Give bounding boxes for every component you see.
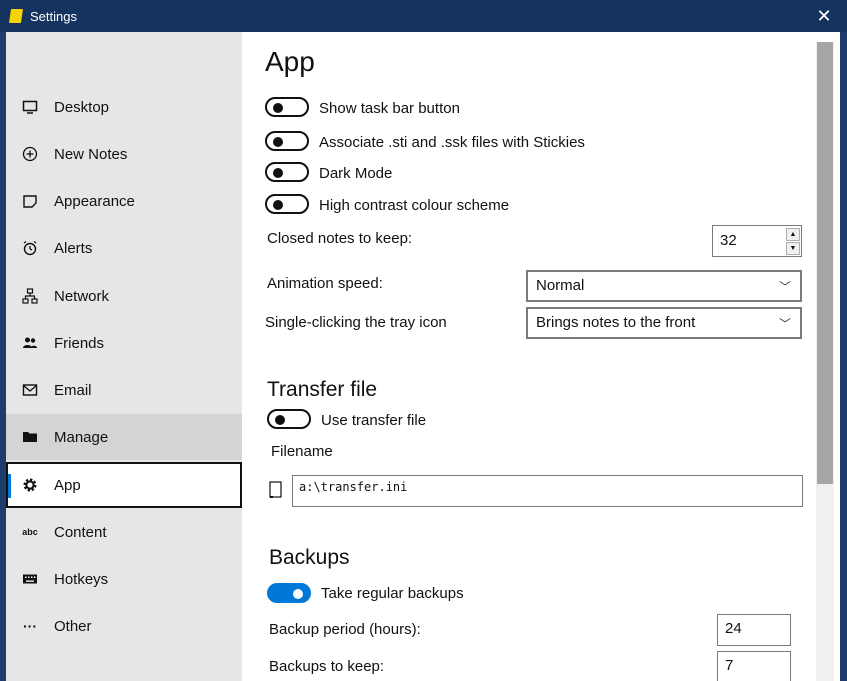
sidebar-item-label: Hotkeys	[54, 570, 109, 588]
keyboard-icon	[6, 571, 54, 587]
more-icon: ···	[23, 618, 37, 634]
settings-window: Desktop New Notes Appearance Alerts Netw…	[6, 32, 840, 681]
toggle-associate-files[interactable]	[265, 131, 309, 151]
content-pane: App Show task bar button Associate .sti …	[242, 32, 840, 681]
sidebar-item-desktop[interactable]: Desktop	[6, 84, 242, 130]
sidebar-item-hotkeys[interactable]: Hotkeys	[6, 556, 242, 602]
animation-speed-select[interactable]: Normal ﹀	[526, 270, 802, 302]
backups-to-keep-input[interactable]: 7	[717, 651, 791, 681]
sidebar-item-content[interactable]: abc Content	[6, 509, 242, 555]
toggle-label: High contrast colour scheme	[319, 197, 510, 214]
window-title: Settings	[30, 9, 77, 24]
network-icon	[6, 288, 54, 304]
sidebar-item-alerts[interactable]: Alerts	[6, 225, 242, 271]
sidebar-item-new-notes[interactable]: New Notes	[6, 131, 242, 177]
toggle-label: Associate .sti and .ssk files with Stick…	[319, 134, 585, 151]
toggle-take-regular-backups[interactable]	[267, 583, 311, 603]
backups-to-keep-label: Backups to keep:	[269, 658, 385, 675]
sidebar-item-label: App	[54, 476, 81, 494]
sidebar-item-appearance[interactable]: Appearance	[6, 178, 242, 224]
stickies-app-icon	[9, 9, 23, 23]
toggle-label: Take regular backups	[321, 585, 464, 602]
toggle-show-task-bar-button[interactable]	[265, 97, 309, 117]
abc-icon: abc	[22, 527, 38, 537]
sidebar-item-label: Network	[54, 287, 110, 305]
toggle-high-contrast[interactable]	[265, 194, 309, 214]
transfer-file-heading: Transfer file	[267, 378, 378, 401]
backups-to-keep-value: 7	[725, 657, 734, 674]
sidebar-item-label: Email	[54, 381, 92, 399]
backup-period-value: 24	[725, 620, 742, 637]
plus-circle-icon	[6, 146, 54, 162]
filename-input[interactable]: a:\transfer.ini	[292, 475, 803, 507]
gear-icon	[6, 477, 54, 493]
sidebar-item-app[interactable]: App	[6, 462, 242, 508]
filename-value: a:\transfer.ini	[299, 480, 408, 494]
sidebar-item-label: Other	[54, 617, 92, 635]
title-bar: Settings ✕	[0, 0, 847, 32]
alarm-clock-icon	[6, 240, 54, 256]
monitor-icon	[6, 99, 54, 115]
toggle-dark-mode[interactable]	[265, 162, 309, 182]
sidebar-item-label: Desktop	[54, 98, 110, 116]
filename-label: Filename	[271, 443, 333, 460]
vertical-scrollbar[interactable]	[816, 42, 834, 681]
sidebar-item-label: New Notes	[54, 145, 128, 163]
backups-heading: Backups	[269, 546, 350, 569]
close-icon: ✕	[816, 5, 832, 26]
stepper-up-button[interactable]: ▲	[786, 228, 800, 241]
sidebar-item-label: Manage	[54, 428, 109, 446]
backup-period-label: Backup period (hours):	[269, 621, 421, 638]
sidebar-item-network[interactable]: Network	[6, 273, 242, 319]
sidebar-item-other[interactable]: ··· Other	[6, 603, 242, 649]
file-icon	[269, 481, 283, 504]
folder-icon	[6, 429, 54, 445]
page-title: App	[265, 46, 315, 77]
sidebar: Desktop New Notes Appearance Alerts Netw…	[6, 32, 242, 681]
sidebar-item-label: Content	[54, 523, 107, 541]
sidebar-item-label: Friends	[54, 334, 105, 352]
stepper-down-button[interactable]: ▼	[786, 242, 800, 255]
toggle-label: Show task bar button	[319, 100, 460, 117]
sidebar-item-friends[interactable]: Friends	[6, 320, 242, 366]
animation-speed-label: Animation speed:	[267, 275, 383, 292]
chevron-down-icon: ﹀	[778, 280, 791, 294]
toggle-label: Use transfer file	[321, 412, 427, 429]
closed-notes-label: Closed notes to keep:	[267, 230, 413, 247]
sidebar-item-manage[interactable]: Manage	[6, 414, 242, 460]
sidebar-item-label: Alerts	[54, 239, 93, 257]
sidebar-item-label: Appearance	[54, 192, 135, 210]
tray-click-value: Brings notes to the front	[536, 314, 696, 331]
sidebar-item-email[interactable]: Email	[6, 367, 242, 413]
scrollbar-thumb[interactable]	[817, 42, 833, 484]
toggle-label: Dark Mode	[319, 165, 393, 182]
chevron-down-icon: ﹀	[778, 317, 791, 331]
tray-click-label: Single-clicking the tray icon	[265, 314, 447, 331]
animation-speed-value: Normal	[536, 277, 585, 294]
tray-click-select[interactable]: Brings notes to the front ﹀	[526, 307, 802, 339]
note-icon	[6, 193, 54, 209]
people-icon	[6, 335, 54, 351]
toggle-use-transfer-file[interactable]	[267, 409, 311, 429]
close-button[interactable]: ✕	[801, 0, 847, 32]
closed-notes-value: 32	[720, 232, 737, 249]
closed-notes-stepper[interactable]: 32 ▲ ▼	[712, 225, 802, 257]
backup-period-input[interactable]: 24	[717, 614, 791, 646]
mail-icon	[6, 382, 54, 398]
